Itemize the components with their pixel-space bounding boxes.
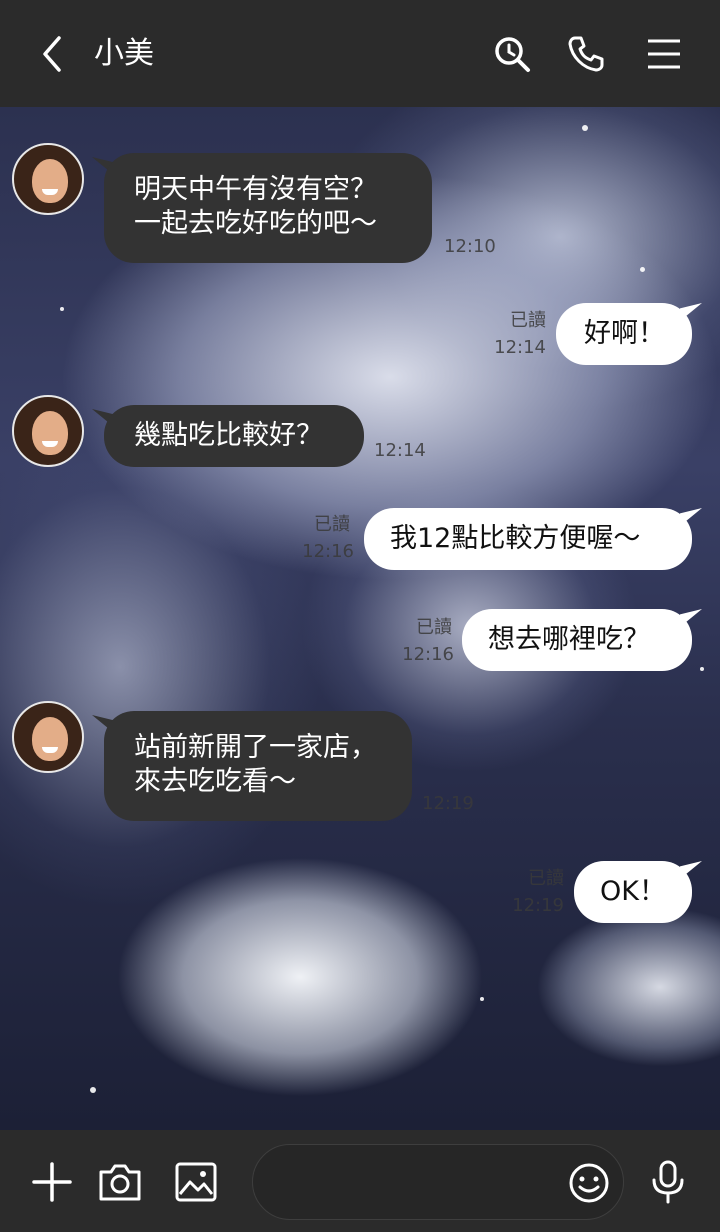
sparkle-decoration bbox=[480, 997, 484, 1001]
search-button[interactable] bbox=[486, 26, 538, 82]
input-bar bbox=[0, 1130, 720, 1232]
phone-icon bbox=[568, 36, 604, 72]
sparkle-decoration bbox=[582, 125, 588, 131]
incoming-message[interactable]: 幾點吃比較好？ bbox=[104, 405, 364, 467]
message-time: 12:16 bbox=[402, 644, 454, 665]
read-receipt: 已讀 bbox=[528, 868, 564, 889]
camera-button[interactable] bbox=[94, 1156, 146, 1208]
sparkle-decoration bbox=[700, 667, 704, 671]
add-button[interactable] bbox=[26, 1156, 78, 1208]
outgoing-message[interactable]: OK！ bbox=[574, 861, 692, 923]
plus-icon bbox=[32, 1162, 72, 1202]
back-button[interactable] bbox=[26, 26, 78, 82]
contact-avatar[interactable] bbox=[12, 143, 84, 215]
message-time: 12:19 bbox=[512, 895, 564, 916]
message-time: 12:16 bbox=[302, 541, 354, 562]
message-time: 12:19 bbox=[422, 793, 474, 814]
emoji-icon bbox=[569, 1163, 609, 1203]
chat-area[interactable]: 明天中午有沒有空？ 一起去吃好吃的吧～ 12:10 已讀 12:14 好啊！ 幾… bbox=[0, 107, 720, 1130]
camera-icon bbox=[99, 1164, 141, 1201]
sparkle-decoration bbox=[640, 267, 645, 272]
message-input[interactable] bbox=[277, 1163, 557, 1203]
message-time: 12:14 bbox=[494, 337, 546, 358]
search-icon bbox=[495, 37, 530, 72]
menu-button[interactable] bbox=[638, 26, 690, 82]
incoming-message[interactable]: 站前新開了一家店， 來去吃吃看～ bbox=[104, 711, 412, 821]
message-time: 12:10 bbox=[444, 236, 496, 257]
chat-header: 小美 bbox=[0, 0, 720, 107]
read-receipt: 已讀 bbox=[510, 310, 546, 331]
sparkle-decoration bbox=[60, 307, 64, 311]
sparkle-decoration bbox=[90, 1087, 96, 1093]
read-receipt: 已讀 bbox=[314, 514, 350, 535]
image-icon bbox=[175, 1162, 217, 1202]
voice-button[interactable] bbox=[642, 1156, 694, 1208]
outgoing-message[interactable]: 好啊！ bbox=[556, 303, 692, 365]
message-input-box[interactable] bbox=[252, 1144, 624, 1220]
outgoing-message[interactable]: 我12點比較方便喔～ bbox=[364, 508, 692, 570]
call-button[interactable] bbox=[560, 26, 612, 82]
image-button[interactable] bbox=[170, 1156, 222, 1208]
read-receipt: 已讀 bbox=[416, 617, 452, 638]
microphone-icon bbox=[652, 1160, 684, 1204]
menu-icon bbox=[648, 39, 680, 69]
message-time: 12:14 bbox=[374, 440, 426, 461]
contact-avatar[interactable] bbox=[12, 395, 84, 467]
emoji-button[interactable] bbox=[563, 1157, 615, 1209]
contact-avatar[interactable] bbox=[12, 701, 84, 773]
chevron-left-icon bbox=[43, 36, 61, 72]
chat-title: 小美 bbox=[94, 36, 154, 71]
incoming-message[interactable]: 明天中午有沒有空？ 一起去吃好吃的吧～ bbox=[104, 153, 432, 263]
outgoing-message[interactable]: 想去哪裡吃？ bbox=[462, 609, 692, 671]
